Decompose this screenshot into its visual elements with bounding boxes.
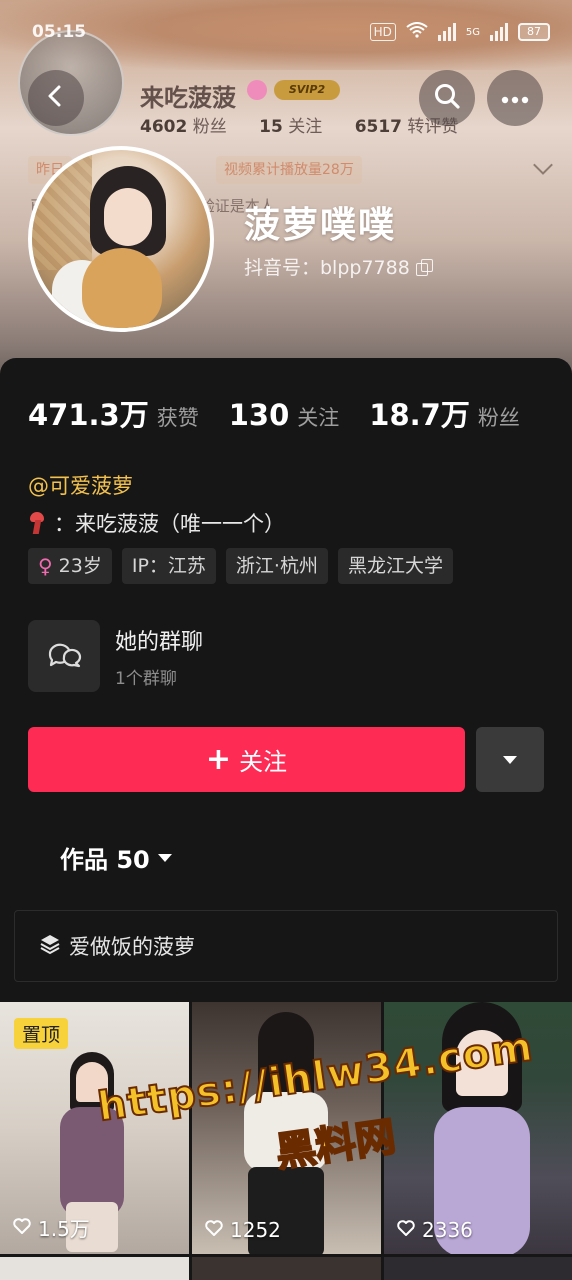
video-likes-count: 2336	[422, 1218, 473, 1242]
background-tag-plays: 视频累计播放量28万	[216, 156, 362, 184]
collection-label: 爱做饭的菠萝	[69, 935, 195, 959]
group-chat-icon	[28, 620, 100, 692]
svip-badge: SVIP2	[274, 80, 340, 100]
likes-label: 获赞	[156, 406, 199, 430]
mention-link[interactable]: @可爱菠萝	[28, 470, 133, 500]
heart-icon	[204, 1218, 224, 1242]
back-arrow-icon	[44, 84, 68, 112]
signal-icon	[437, 23, 456, 41]
more-dots-icon	[501, 89, 529, 108]
bio-text: ：来吃菠菠（唯一一个）	[54, 512, 285, 536]
plus-icon: +	[205, 741, 232, 777]
collection-entry[interactable]: 爱做饭的菠萝	[14, 910, 558, 982]
pinned-badge: 置顶	[14, 1018, 69, 1049]
follow-label: 关注	[239, 748, 288, 776]
likes-stat[interactable]: 471.3万 获赞	[28, 392, 199, 434]
more-options-button[interactable]	[487, 70, 543, 126]
layers-icon	[39, 933, 61, 960]
follow-button[interactable]: + 关注	[28, 727, 465, 792]
profile-stats: 471.3万 获赞 130 关注 18.7万 粉丝	[28, 392, 550, 434]
video-likes-count: 1.5万	[38, 1217, 90, 1241]
copy-icon[interactable]	[415, 258, 433, 276]
background-badge-icon	[247, 80, 267, 100]
profile-avatar[interactable]	[28, 146, 214, 332]
signal-icon-2	[490, 23, 508, 41]
female-icon: ♀	[38, 554, 53, 578]
network-label: 5G	[465, 26, 480, 38]
watermark-name: 黑料网	[272, 1113, 399, 1177]
scarf-icon	[28, 512, 46, 534]
ip-tag: IP：江苏	[121, 548, 216, 584]
location-tag: 浙江·杭州	[225, 548, 328, 584]
followers-stat[interactable]: 18.7万 粉丝	[369, 392, 520, 434]
background-following-label: 关注	[288, 117, 323, 137]
chevron-down-icon	[533, 155, 553, 175]
back-button[interactable]	[28, 70, 84, 126]
school-tag: 黑龙江大学	[337, 548, 453, 584]
works-tab-label: 作品 50	[60, 846, 150, 874]
group-chat-entry[interactable]: 她的群聊 1个群聊	[28, 620, 548, 692]
following-label: 关注	[297, 406, 340, 430]
video-likes: 1252	[204, 1218, 281, 1242]
search-icon	[433, 82, 461, 114]
background-fans-label: 粉丝	[192, 117, 227, 137]
wifi-icon	[406, 22, 428, 42]
video-thumbnail-5[interactable]	[192, 1257, 381, 1280]
caret-down-icon	[503, 755, 517, 764]
video-likes: 1.5万	[12, 1213, 90, 1242]
heart-icon	[396, 1218, 416, 1242]
video-likes: 2336	[396, 1218, 473, 1242]
likes-count: 471.3万	[28, 398, 149, 432]
background-nickname: 来吃菠菠	[140, 84, 236, 112]
search-button[interactable]	[419, 70, 475, 126]
caret-down-icon	[157, 853, 172, 862]
tab-works[interactable]: 作品 50	[60, 840, 172, 875]
video-likes-count: 1252	[230, 1218, 281, 1242]
video-thumbnail-6[interactable]	[384, 1257, 572, 1280]
douyin-id: 抖音号：blpp7788	[244, 257, 410, 279]
background-fans-count: 4602	[140, 117, 188, 137]
background-following-count: 15	[259, 117, 283, 137]
profile-nickname: 菠萝噗噗	[244, 205, 397, 246]
heart-icon	[12, 1216, 32, 1240]
following-count: 130	[228, 398, 290, 432]
video-thumbnail-4[interactable]	[0, 1257, 189, 1280]
status-bar: 05:15 HD 5G 87	[0, 20, 572, 48]
group-chat-count: 1个群聊	[115, 669, 177, 689]
douyin-id-row[interactable]: 抖音号：blpp7788	[244, 253, 433, 280]
bio-line: ：来吃菠菠（唯一一个）	[28, 508, 285, 538]
profile-tags: ♀ 23岁 IP：江苏 浙江·杭州 黑龙江大学	[28, 548, 453, 584]
hd-indicator: HD	[369, 23, 396, 41]
status-time: 05:15	[32, 22, 87, 42]
followers-label: 粉丝	[477, 406, 520, 430]
status-icons: HD 5G 87	[369, 22, 550, 42]
age-text: 23岁	[58, 555, 102, 577]
group-chat-title: 她的群聊	[115, 630, 204, 655]
recommend-dropdown-button[interactable]	[476, 727, 544, 792]
following-stat[interactable]: 130 关注	[229, 398, 340, 432]
background-stats: 4602 粉丝 15 关注 6517 转评赞	[140, 112, 458, 137]
age-tag: ♀ 23岁	[28, 548, 112, 584]
background-shares-count: 6517	[354, 117, 403, 137]
followers-count: 18.7万	[369, 398, 470, 432]
battery-icon: 87	[518, 23, 550, 41]
